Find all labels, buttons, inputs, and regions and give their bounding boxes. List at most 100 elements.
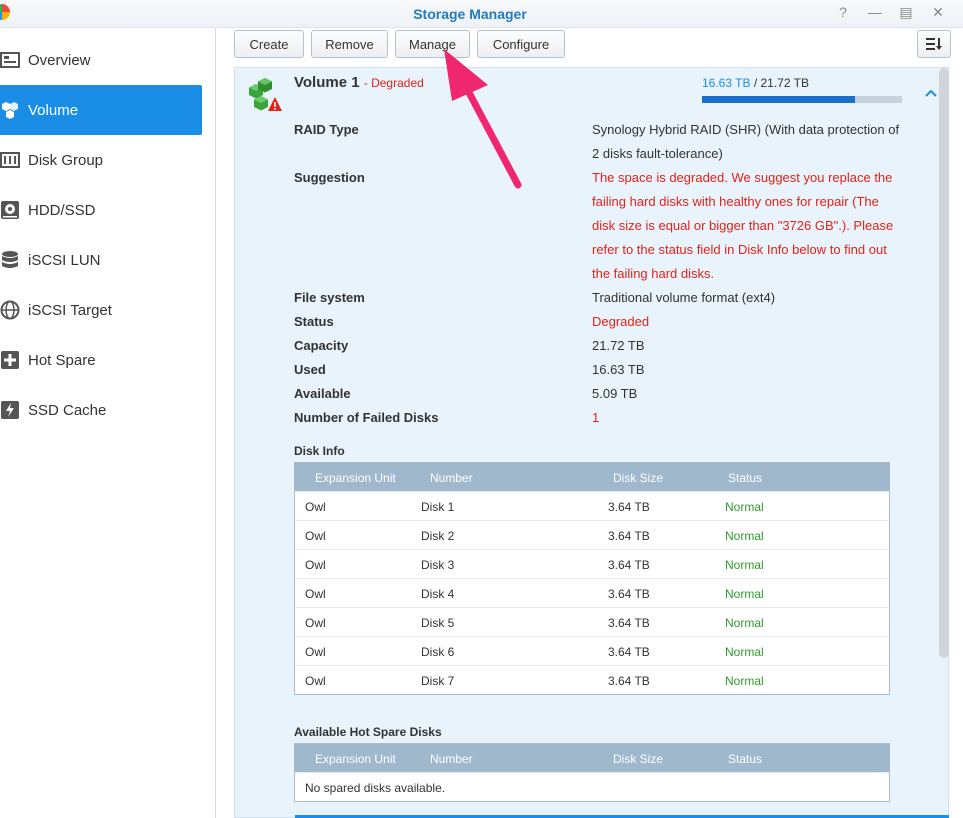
cell-expansion-unit: Owl [305, 645, 326, 659]
table-row[interactable]: Owl Disk 2 3.64 TB Normal [295, 520, 889, 549]
cell-expansion-unit: Owl [305, 558, 326, 572]
sidebar: Overview Volume Disk Group HDD/SSD iSCSI… [0, 28, 216, 818]
usage-total: 21.72 TB [760, 76, 809, 90]
cell-disk-size: 3.64 TB [608, 674, 650, 688]
volume-degraded-icon [249, 78, 282, 111]
raid-type-value: Synology Hybrid RAID (SHR) (With data pr… [592, 122, 900, 161]
collapse-chevron-icon[interactable] [925, 84, 937, 100]
disk-info-table: Expansion Unit Number Disk Size Status O… [294, 462, 890, 695]
table-header: Expansion Unit Number Disk Size Status [295, 463, 889, 491]
volume-name: Volume 1 [294, 74, 360, 91]
cell-status: Normal [725, 529, 764, 543]
column-header[interactable]: Number [430, 752, 473, 766]
sidebar-item-ssd-cache[interactable]: SSD Cache [0, 385, 202, 435]
usage-separator: / [750, 76, 761, 90]
sidebar-item-label: iSCSI Target [28, 301, 112, 319]
cell-disk-size: 3.64 TB [608, 558, 650, 572]
failed-disks-label: Number of Failed Disks [294, 410, 439, 425]
used-label: Used [294, 362, 326, 377]
column-header[interactable]: Disk Size [613, 471, 663, 485]
cell-expansion-unit: Owl [305, 529, 326, 543]
create-button[interactable]: Create [234, 30, 304, 58]
sidebar-item-iscsi-target[interactable]: iSCSI Target [0, 285, 202, 335]
sidebar-item-label: iSCSI LUN [28, 251, 101, 269]
hot-spare-icon [0, 350, 20, 370]
cell-number: Disk 2 [421, 529, 455, 543]
sidebar-item-label: Volume [28, 101, 79, 119]
column-header[interactable]: Expansion Unit [315, 752, 396, 766]
volume-icon [0, 100, 20, 120]
minimize-icon[interactable]: — [866, 4, 884, 20]
hot-spare-title: Available Hot Spare Disks [294, 725, 442, 739]
usage-bar [702, 96, 902, 103]
sidebar-item-hdd-ssd[interactable]: HDD/SSD [0, 185, 202, 235]
cell-number: Disk 6 [421, 645, 455, 659]
column-header[interactable]: Status [728, 471, 762, 485]
empty-message: No spared disks available. [305, 781, 446, 795]
maximize-icon[interactable]: ▤ [897, 4, 915, 21]
remove-button[interactable]: Remove [311, 30, 388, 58]
cell-status: Normal [725, 558, 764, 572]
sidebar-item-volume[interactable]: Volume [0, 85, 202, 135]
sidebar-item-disk-group[interactable]: Disk Group [0, 135, 202, 185]
cell-disk-size: 3.64 TB [608, 616, 650, 630]
usage-bar-fill [702, 96, 856, 103]
cell-status: Normal [725, 674, 764, 688]
table-row[interactable]: Owl Disk 3 3.64 TB Normal [295, 549, 889, 578]
capacity-label: Capacity [294, 338, 349, 353]
ssd-cache-icon [0, 400, 20, 420]
cell-status: Normal [725, 645, 764, 659]
cell-disk-size: 3.64 TB [608, 587, 650, 601]
sidebar-item-label: Overview [28, 51, 91, 69]
status-label: Status [294, 314, 334, 329]
volume-title: Volume 1 - Degraded [294, 74, 424, 91]
cell-expansion-unit: Owl [305, 616, 326, 630]
empty-row: No spared disks available. [295, 772, 889, 801]
raid-type-label: RAID Type [294, 122, 359, 137]
suggestion-value: The space is degraded. We suggest you re… [592, 170, 894, 281]
table-row[interactable]: Owl Disk 7 3.64 TB Normal [295, 665, 889, 694]
sidebar-item-hot-spare[interactable]: Hot Spare [0, 335, 202, 385]
cell-number: Disk 5 [421, 616, 455, 630]
volume-panel: Volume 1 - Degraded 16.63 TB / 21.72 TB … [234, 67, 949, 818]
cell-disk-size: 3.64 TB [608, 645, 650, 659]
capacity-value: 21.72 TB [592, 338, 645, 353]
cell-number: Disk 3 [421, 558, 455, 572]
sidebar-item-label: Hot Spare [28, 351, 96, 369]
column-header[interactable]: Number [430, 471, 473, 485]
cell-status: Normal [725, 587, 764, 601]
iscsi-target-icon [0, 300, 20, 320]
sort-button[interactable] [917, 30, 951, 58]
column-header[interactable]: Expansion Unit [315, 471, 396, 485]
usage-text: 16.63 TB / 21.72 TB [702, 76, 809, 90]
sidebar-item-iscsi-lun[interactable]: iSCSI LUN [0, 235, 202, 285]
volume-state: - Degraded [363, 76, 424, 90]
cell-status: Normal [725, 616, 764, 630]
usage-used: 16.63 TB [702, 76, 751, 90]
table-row[interactable]: Owl Disk 5 3.64 TB Normal [295, 607, 889, 636]
file-system-label: File system [294, 290, 365, 305]
sidebar-item-overview[interactable]: Overview [0, 35, 202, 85]
sort-icon [926, 38, 942, 50]
cell-expansion-unit: Owl [305, 587, 326, 601]
suggestion-label: Suggestion [294, 170, 365, 185]
table-row[interactable]: Owl Disk 1 3.64 TB Normal [295, 491, 889, 520]
cell-disk-size: 3.64 TB [608, 529, 650, 543]
scrollbar[interactable] [939, 68, 949, 658]
cell-disk-size: 3.64 TB [608, 500, 650, 514]
table-row[interactable]: Owl Disk 4 3.64 TB Normal [295, 578, 889, 607]
close-icon[interactable]: ✕ [929, 4, 947, 21]
cell-number: Disk 1 [421, 500, 455, 514]
column-header[interactable]: Disk Size [613, 752, 663, 766]
column-header[interactable]: Status [728, 752, 762, 766]
disk-info-title: Disk Info [294, 444, 345, 458]
iscsi-lun-icon [0, 250, 20, 270]
sidebar-item-label: HDD/SSD [28, 201, 96, 219]
available-label: Available [294, 386, 351, 401]
help-icon[interactable]: ? [834, 4, 852, 20]
cell-number: Disk 4 [421, 587, 455, 601]
table-row[interactable]: Owl Disk 6 3.64 TB Normal [295, 636, 889, 665]
annotation-arrow-icon [444, 49, 522, 189]
sidebar-item-label: Disk Group [28, 151, 104, 169]
table-header: Expansion Unit Number Disk Size Status [295, 744, 889, 772]
